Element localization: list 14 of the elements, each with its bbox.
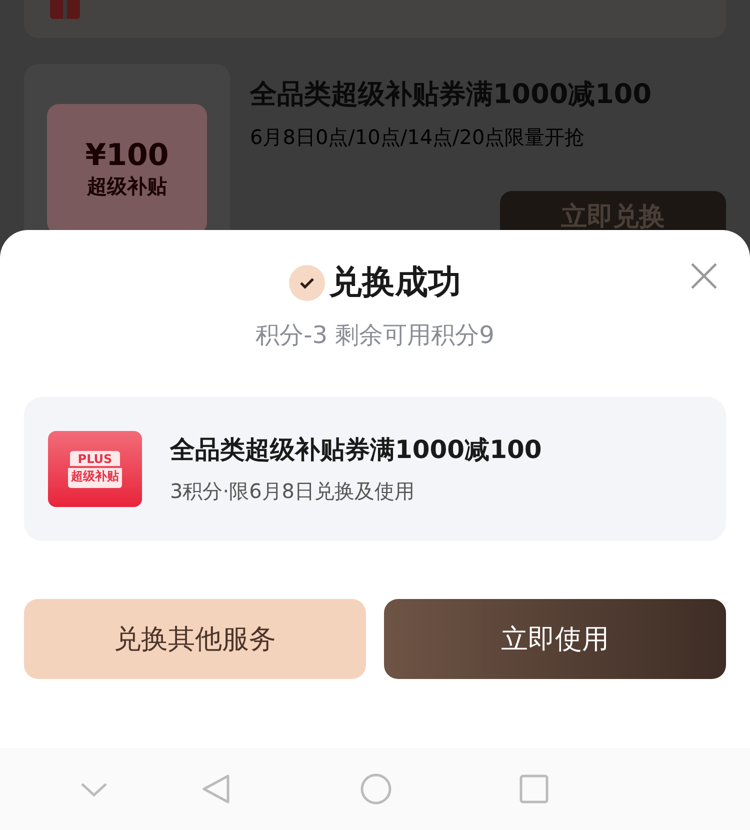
check-icon (289, 264, 325, 300)
coupon-subtitle: 6月8日0点/10点/14点/20点限量开抢 (250, 124, 586, 151)
other-services-button[interactable]: 兑换其他服务 (24, 599, 366, 679)
back-icon[interactable] (200, 773, 232, 805)
envelope-drawing: ¥100 超级补贴 (47, 104, 207, 230)
recents-icon[interactable] (518, 773, 550, 805)
dialog-title: 兑换成功 (329, 261, 461, 303)
use-now-button[interactable]: 立即使用 (384, 599, 726, 679)
coupon-detail: 3积分·限6月8日兑换及使用 (170, 478, 416, 505)
envelope-drawing: PLUS 超级补贴 (48, 431, 142, 507)
points-summary: 积分-3 剩余可用积分9 (256, 320, 494, 351)
close-icon[interactable] (690, 262, 718, 290)
home-icon[interactable] (360, 773, 392, 805)
coupon-title: 全品类超级补贴券满1000减100 (170, 434, 542, 466)
